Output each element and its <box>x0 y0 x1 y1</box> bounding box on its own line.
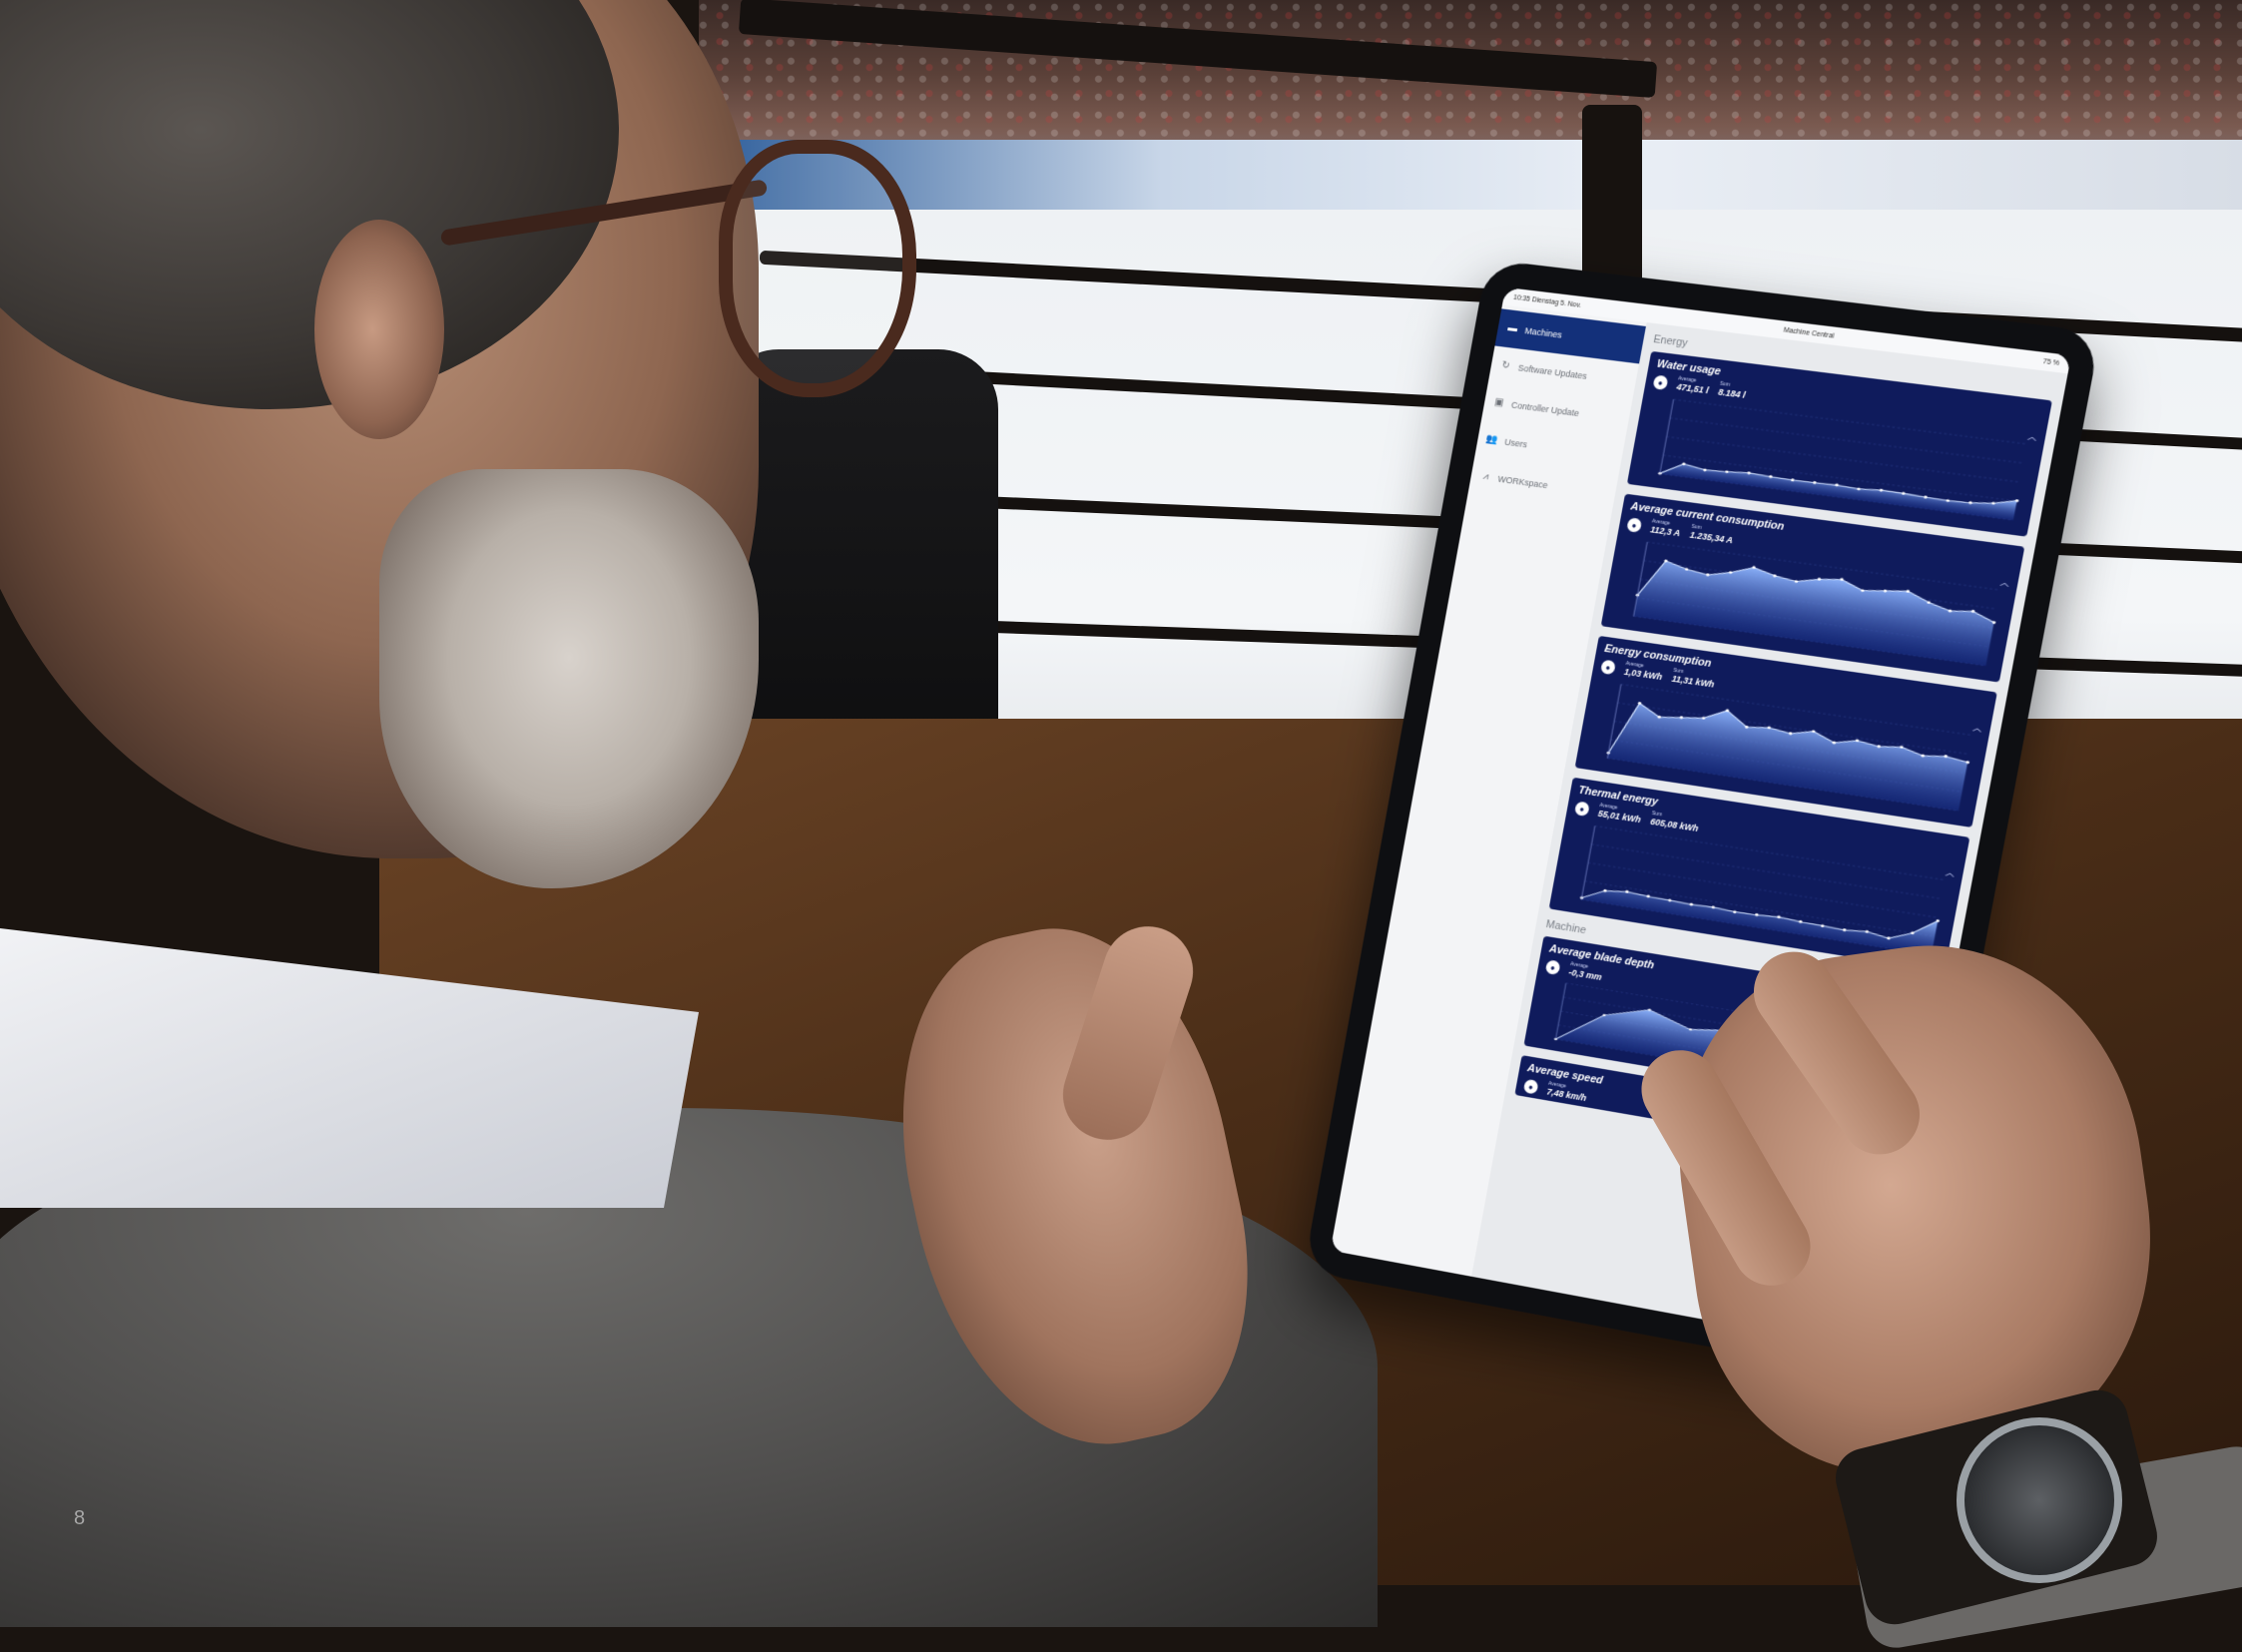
status-url: Machine Central <box>1783 326 1835 340</box>
blade-icon: ● <box>1544 959 1561 976</box>
thermo-icon: ● <box>1573 801 1590 818</box>
chip-icon: ▣ <box>1493 396 1505 409</box>
y-axis <box>1581 826 1595 899</box>
refresh-icon: ↻ <box>1500 359 1511 372</box>
chart-icon: ⩘ <box>1481 470 1489 483</box>
sidebar-item-label: Controller Update <box>1510 399 1580 419</box>
stat-value: 8.184 l <box>1717 386 1747 400</box>
wristwatch <box>1957 1417 2122 1583</box>
y-axis <box>1555 983 1565 1039</box>
machine-icon: ▬ <box>1506 322 1519 335</box>
sidebar-item-label: Machines <box>1523 325 1563 340</box>
stat-sum: Sum 8.184 l <box>1717 381 1747 400</box>
sidebar-item-label: Software Updates <box>1517 362 1588 381</box>
chevron-up-icon[interactable]: ︿ <box>1999 575 2011 589</box>
stat-average: Average 7,48 km/h <box>1546 1081 1588 1103</box>
glasses-lens <box>719 140 916 397</box>
status-battery: 75 % <box>2041 357 2060 367</box>
y-axis <box>1660 399 1674 474</box>
bolt-icon: ● <box>1599 659 1617 676</box>
page-number: 8 <box>74 1507 86 1529</box>
ear <box>314 220 444 439</box>
current-icon: ● <box>1626 517 1643 533</box>
chevron-up-icon[interactable]: ︿ <box>2026 429 2038 443</box>
chevron-up-icon[interactable]: ︿ <box>1945 864 1957 878</box>
sidebar-item-label: WORKspace <box>1496 473 1549 491</box>
speed-icon: ● <box>1522 1078 1539 1095</box>
chevron-up-icon[interactable]: ︿ <box>1971 720 1983 734</box>
stat-average: Average 112,3 A <box>1649 518 1682 538</box>
photo-scene: 10:35 Dienstag 5. Nov. Machine Central 7… <box>0 0 2242 1652</box>
sidebar-item-label: Users <box>1503 436 1528 450</box>
stat-average: Average 471,51 l <box>1676 375 1711 395</box>
drop-icon: ● <box>1652 374 1669 391</box>
rink-boards <box>699 140 2242 220</box>
users-icon: 👥 <box>1485 433 1499 446</box>
